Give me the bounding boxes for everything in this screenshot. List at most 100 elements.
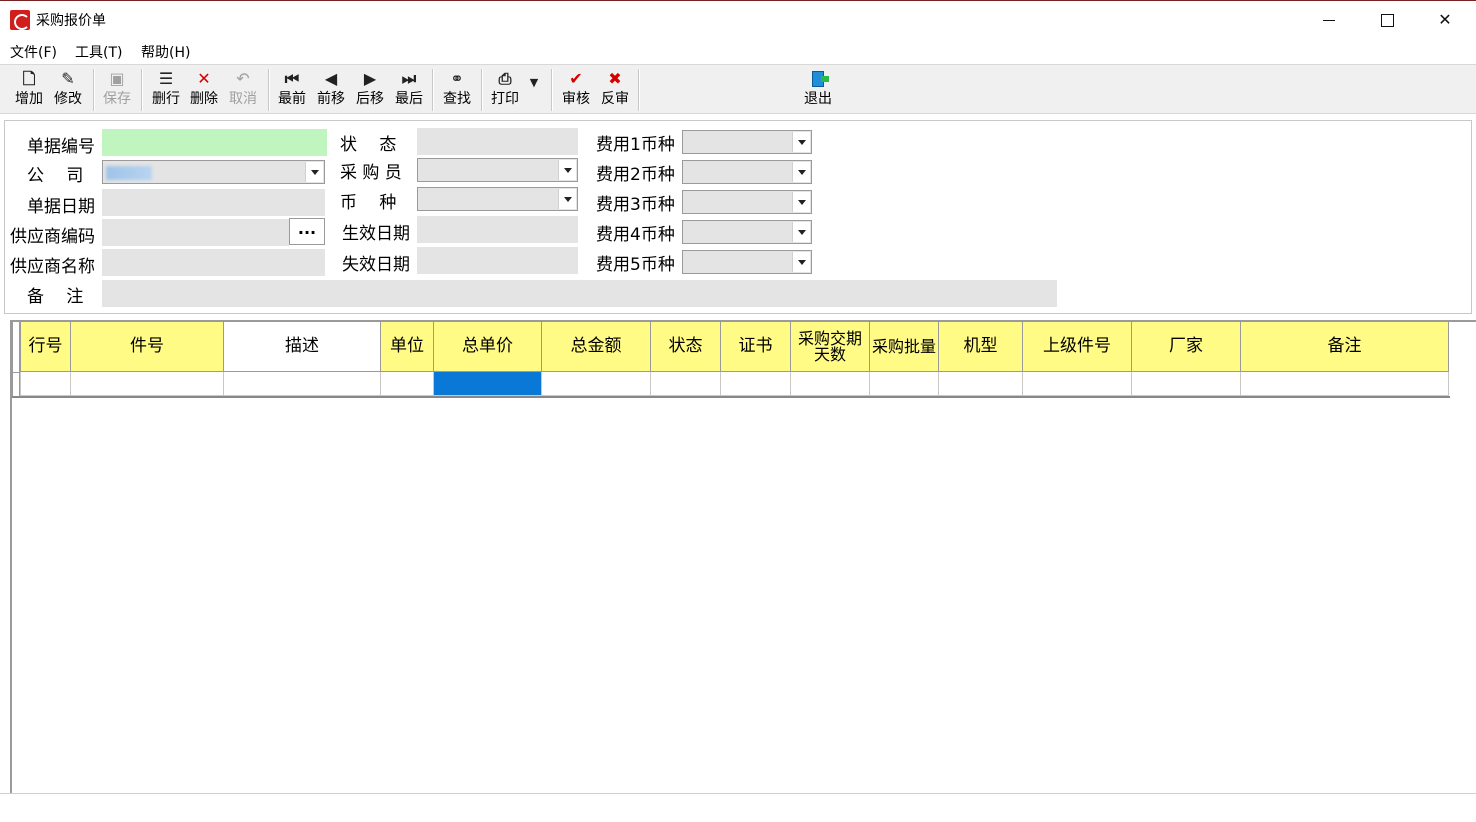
column-header[interactable]: 上级件号	[1022, 321, 1132, 372]
menu-bar: 文件(F) 工具(T) 帮助(H)	[0, 38, 1476, 64]
new-document-icon: 🗋	[22, 69, 36, 88]
table-row[interactable]	[20, 371, 1449, 396]
buyer-select[interactable]	[417, 158, 578, 182]
column-header[interactable]: 机型	[938, 321, 1023, 372]
grid-cell[interactable]	[1022, 371, 1132, 396]
maximize-button[interactable]	[1358, 1, 1416, 39]
menu-file[interactable]: 文件(F)	[10, 42, 57, 62]
doc-date-label: 单据日期	[27, 197, 95, 217]
grid-cell[interactable]	[70, 371, 224, 396]
grid-cell[interactable]	[720, 371, 791, 396]
doc-no-field[interactable]	[102, 129, 327, 156]
column-header[interactable]: 总金额	[541, 321, 651, 372]
menu-help[interactable]: 帮助(H)	[141, 42, 190, 62]
delete-row-button[interactable]: ☰ 删行	[148, 68, 184, 112]
column-header[interactable]: 采购交期天数	[790, 321, 870, 372]
column-header[interactable]: 备注	[1240, 321, 1449, 372]
grid-cell[interactable]	[541, 371, 651, 396]
grid-cell[interactable]	[1131, 371, 1241, 396]
grid-header-row: 行号 件号 描述 单位 总单价 总金额 状态 证书 采购交期天数 采购批量 机型…	[20, 321, 1449, 372]
chevron-down-icon[interactable]	[792, 132, 810, 152]
effective-date-field[interactable]	[417, 216, 578, 243]
unaudit-button[interactable]: ✖ 反审	[597, 68, 633, 112]
last-button[interactable]: ⏭ 最后	[391, 68, 427, 112]
grid-cell[interactable]	[790, 371, 870, 396]
print-dropdown-button[interactable]: ▼	[523, 68, 545, 112]
column-header[interactable]: 厂家	[1131, 321, 1241, 372]
prev-button[interactable]: ◀ 前移	[313, 68, 349, 112]
detail-grid: 行号 件号 描述 单位 总单价 总金额 状态 证书 采购交期天数 采购批量 机型…	[20, 321, 1449, 396]
next-button[interactable]: ▶ 后移	[352, 68, 388, 112]
toolbar: 🗋 增加 ✎ 修改 ▣ 保存 ☰ 删行 ✕ 删除 ↶ 取消 ⏮ 最前 ◀ 前移 …	[0, 64, 1476, 114]
column-header[interactable]: 行号	[20, 321, 71, 372]
supplier-lookup-button[interactable]: ...	[289, 218, 325, 245]
chevron-down-icon[interactable]	[558, 189, 576, 209]
currency-select[interactable]	[417, 187, 578, 211]
status-field	[417, 128, 578, 155]
fee1-currency-label: 费用1币种	[596, 135, 675, 155]
effective-date-label: 生效日期	[342, 224, 410, 244]
exit-button[interactable]: 退出	[800, 68, 836, 112]
delete-button[interactable]: ✕ 删除	[186, 68, 222, 112]
checkmark-icon: ✔	[569, 69, 583, 88]
remark-field[interactable]	[102, 280, 1057, 307]
company-select[interactable]	[102, 160, 325, 184]
grid-border	[12, 396, 1450, 398]
window-title: 采购报价单	[36, 13, 106, 29]
column-header[interactable]: 证书	[720, 321, 791, 372]
toolbar-separator	[141, 69, 143, 111]
audit-button[interactable]: ✔ 审核	[558, 68, 594, 112]
doc-date-field[interactable]	[102, 189, 325, 216]
cancel-button[interactable]: ↶ 取消	[225, 68, 261, 112]
grid-cell-selected[interactable]	[433, 371, 542, 396]
close-icon: ✕	[1438, 10, 1452, 29]
column-header[interactable]: 件号	[70, 321, 224, 372]
fee5-currency-select[interactable]	[682, 250, 812, 274]
expiry-date-field[interactable]	[417, 247, 578, 274]
find-button[interactable]: ⚭ 查找	[439, 68, 475, 112]
supplier-name-label: 供应商名称	[10, 257, 95, 277]
fee3-currency-select[interactable]	[682, 190, 812, 214]
grid-cell[interactable]	[20, 371, 71, 396]
title-bar: 采购报价单 ✕	[0, 0, 1476, 38]
column-header[interactable]: 总单价	[433, 321, 542, 372]
status-label: 状 态	[340, 135, 397, 155]
supplier-name-field[interactable]	[102, 249, 325, 276]
grid-cell[interactable]	[380, 371, 434, 396]
grid-cell[interactable]	[223, 371, 381, 396]
chevron-down-icon[interactable]	[305, 162, 323, 182]
menu-tools[interactable]: 工具(T)	[75, 42, 122, 62]
grid-cell[interactable]	[650, 371, 721, 396]
grid-cell[interactable]	[938, 371, 1023, 396]
edit-button[interactable]: ✎ 修改	[50, 68, 86, 112]
save-icon: ▣	[109, 69, 125, 88]
chevron-down-icon[interactable]	[558, 160, 576, 180]
grid-cell[interactable]	[1240, 371, 1449, 396]
fee2-currency-select[interactable]	[682, 160, 812, 184]
first-button[interactable]: ⏮ 最前	[274, 68, 310, 112]
delete-row-icon: ☰	[158, 69, 174, 88]
add-button[interactable]: 🗋 增加	[11, 68, 47, 112]
chevron-down-icon[interactable]	[792, 162, 810, 182]
grid-cell[interactable]	[869, 371, 939, 396]
print-button[interactable]: ⎙ 打印	[487, 68, 523, 112]
supplier-code-label: 供应商编码	[10, 227, 95, 247]
doc-no-label: 单据编号	[27, 137, 95, 157]
prev-record-icon: ◀	[324, 69, 338, 88]
chevron-down-icon[interactable]	[792, 192, 810, 212]
supplier-code-field[interactable]	[102, 219, 289, 246]
column-header[interactable]: 采购批量	[869, 321, 939, 372]
column-header[interactable]: 描述	[223, 321, 381, 372]
column-header[interactable]: 单位	[380, 321, 434, 372]
row-indicator-column[interactable]	[12, 321, 20, 397]
save-button[interactable]: ▣ 保存	[99, 68, 135, 112]
fee1-currency-select[interactable]	[682, 130, 812, 154]
toolbar-separator	[638, 69, 640, 111]
chevron-down-icon[interactable]	[792, 222, 810, 242]
column-header[interactable]: 状态	[650, 321, 721, 372]
minimize-button[interactable]	[1300, 1, 1358, 39]
chevron-down-icon[interactable]	[792, 252, 810, 272]
close-button[interactable]: ✕	[1416, 1, 1474, 39]
printer-icon: ⎙	[498, 69, 512, 88]
fee4-currency-select[interactable]	[682, 220, 812, 244]
